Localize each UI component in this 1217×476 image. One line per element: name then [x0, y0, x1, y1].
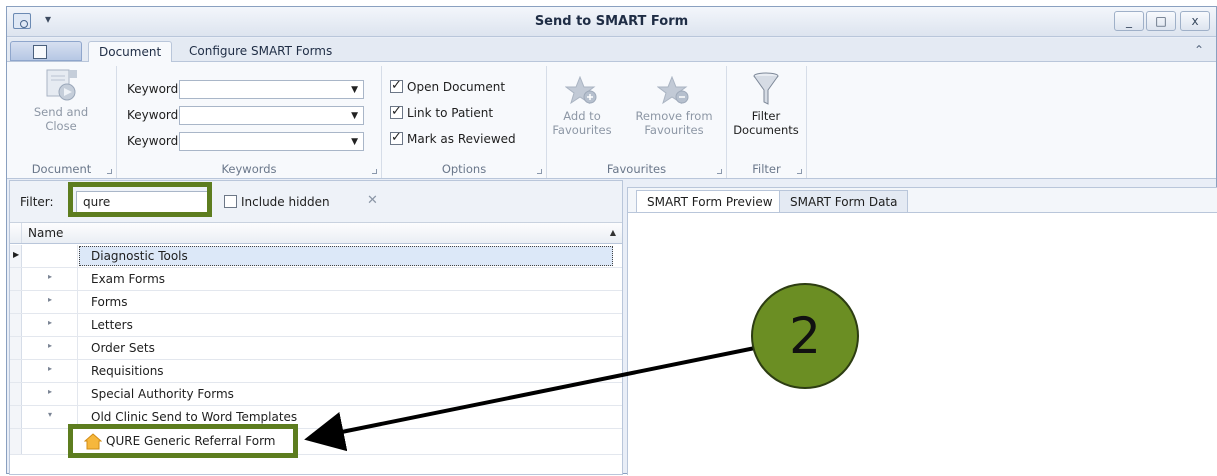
step-number-badge: 2 — [751, 283, 859, 389]
annotation-arrow — [304, 345, 761, 452]
